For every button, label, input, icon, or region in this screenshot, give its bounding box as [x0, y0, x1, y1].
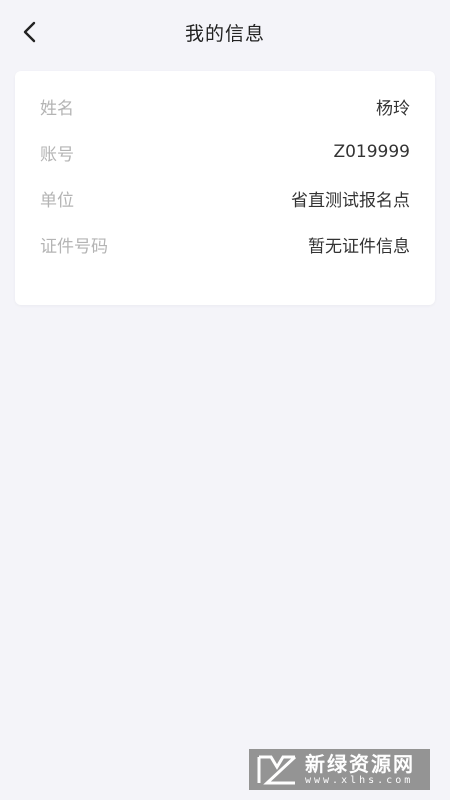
info-row-name: 姓名 杨玲	[40, 83, 410, 129]
info-row-account: 账号 Z019999	[40, 129, 410, 175]
chevron-left-icon	[23, 21, 36, 43]
watermark-title: 新绿资源网	[305, 751, 415, 776]
name-label: 姓名	[40, 98, 74, 119]
id-number-label: 证件号码	[40, 236, 108, 257]
unit-label: 单位	[40, 190, 74, 211]
watermark-subtitle: www.xlhs.com	[305, 774, 414, 786]
xl-logo-icon	[257, 755, 297, 784]
back-button[interactable]	[12, 14, 48, 50]
name-value: 杨玲	[376, 98, 410, 119]
account-value: Z019999	[333, 142, 410, 162]
watermark-text: 新绿资源网 www.xlhs.com	[305, 753, 415, 787]
info-row-id-number: 证件号码 暂无证件信息	[40, 221, 410, 267]
info-card: 姓名 杨玲 账号 Z019999 单位 省直测试报名点 证件号码 暂无证件信息	[15, 71, 435, 305]
page-title: 我的信息	[184, 22, 265, 45]
unit-value: 省直测试报名点	[291, 190, 410, 211]
account-label: 账号	[40, 144, 74, 165]
info-row-unit: 单位 省直测试报名点	[40, 175, 410, 221]
navigation-bar: 我的信息	[0, 0, 450, 64]
watermark: 新绿资源网 www.xlhs.com	[249, 749, 430, 790]
id-number-value: 暂无证件信息	[308, 236, 410, 257]
